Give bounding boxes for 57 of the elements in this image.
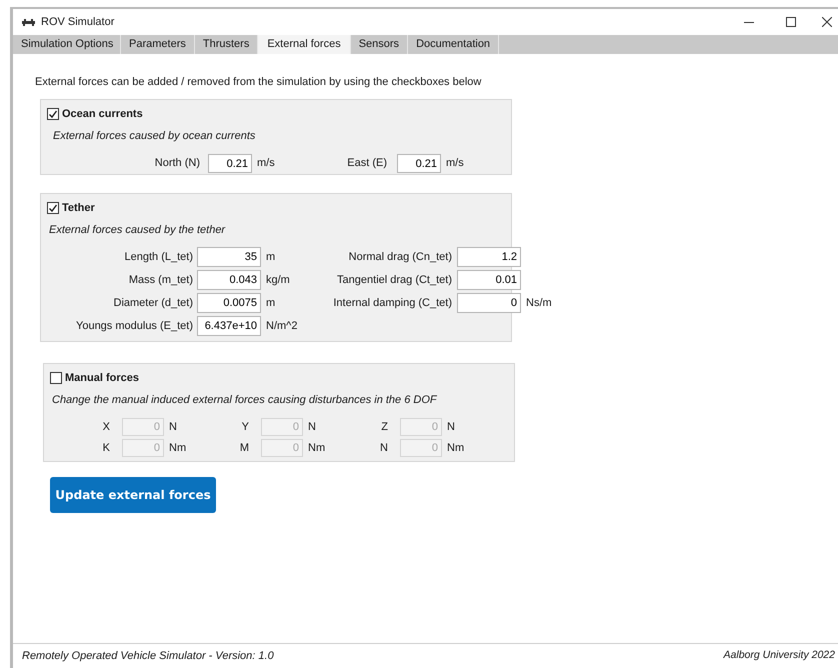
section-description: Change the manual induced external forces causing disturbances in the 6 DOF [52, 393, 438, 408]
intro-text: External forces can be added / removed from the simulation by using the checkboxes below [35, 75, 482, 90]
field-label: Z [380, 420, 388, 435]
number-field[interactable]: 0 [457, 293, 521, 313]
tab[interactable]: External forces [258, 35, 351, 54]
field-label: M [238, 440, 249, 456]
close-icon[interactable] [822, 17, 832, 27]
number-field[interactable]: 6.437e+10 [197, 316, 261, 336]
unit-label: Nm [447, 442, 464, 454]
field-label: Mass (m_tet) [128, 272, 193, 288]
field-label: Normal drag (Cn_tet) [348, 250, 452, 265]
maximize-icon[interactable] [786, 17, 796, 27]
field-label: Tangentiel drag (Ct_tet) [336, 272, 452, 288]
status-right-text: Aalborg University 2022 [724, 648, 835, 664]
section-description: External forces caused by ocean currents [53, 129, 256, 144]
unit-label: Nm [169, 442, 186, 454]
unit-label: m [266, 296, 276, 309]
field-label: Diameter (d_tet) [112, 296, 193, 311]
section-title: Ocean currents [62, 106, 143, 122]
field-label: North (N) [154, 156, 200, 172]
unit-label: N [169, 420, 177, 433]
update-button[interactable]: Update external forces [50, 476, 216, 512]
field-label: Length (L_tet) [124, 250, 193, 265]
number-field[interactable]: 0.21 [397, 154, 441, 173]
number-field[interactable]: 0.21 [208, 154, 252, 173]
checkbox[interactable] [47, 202, 59, 214]
unit-label: N/m^2 [266, 320, 298, 332]
unit-label: m [266, 250, 276, 263]
unit-label: N [308, 420, 316, 433]
number-field[interactable]: 0.0075 [197, 293, 261, 313]
section-description: External forces caused by the tether [49, 223, 226, 238]
field-label: East (E) [346, 156, 387, 172]
field-label: K [102, 440, 110, 456]
number-field[interactable]: 0.01 [457, 270, 521, 290]
section-title: Manual forces [65, 370, 139, 386]
field-label: Y [240, 420, 249, 435]
unit-label: Ns/m [526, 296, 552, 309]
status-left-text: Remotely Operated Vehicle Simulator - Version: 1.0 [22, 648, 274, 664]
checkbox[interactable] [50, 372, 62, 384]
check-icon [48, 202, 58, 213]
window-title: ROV Simulator [41, 14, 114, 30]
unit-label: kg/m [266, 274, 290, 286]
unit-label: N [447, 420, 455, 433]
unit-label: m/s [446, 157, 464, 170]
number-field[interactable]: 35 [197, 247, 261, 267]
field-label: Internal damping (C_tet) [332, 296, 452, 311]
unit-label: m/s [257, 157, 275, 170]
rov-icon [22, 18, 35, 26]
number-field[interactable]: 0.043 [197, 270, 261, 290]
field-label: X [102, 420, 110, 435]
field-label: Youngs modulus (E_tet) [75, 318, 193, 334]
check-icon [48, 108, 58, 119]
unit-label: Nm [308, 442, 326, 454]
checkbox[interactable] [47, 108, 59, 120]
section-title: Tether [62, 200, 95, 216]
number-field[interactable]: 1.2 [457, 247, 521, 267]
field-label: N [379, 440, 388, 456]
